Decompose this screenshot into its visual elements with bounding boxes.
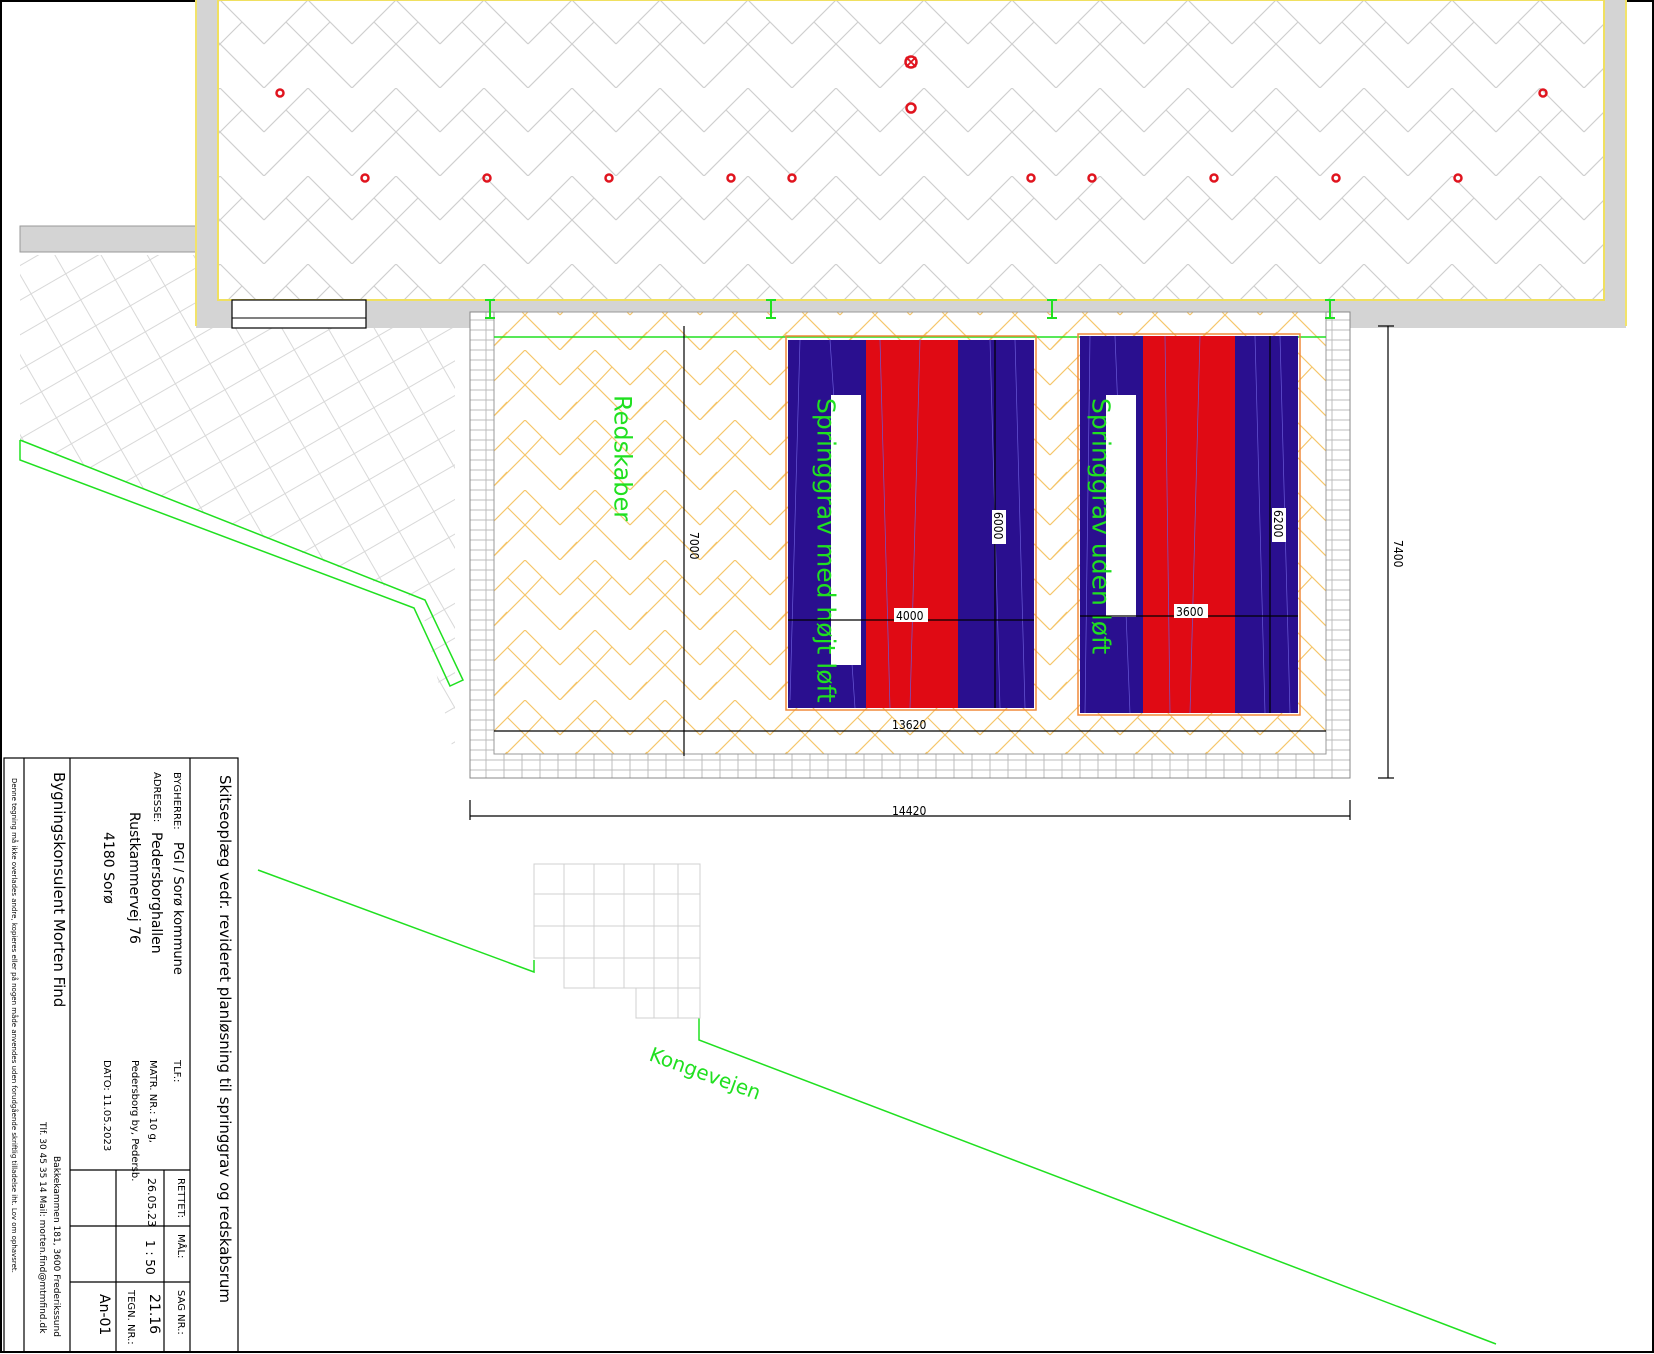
rettet-value: 26.05.23	[145, 1178, 158, 1227]
adresse-line3: 4180 Sorø	[100, 832, 116, 904]
dim-pit-low-length: 6200	[1271, 510, 1285, 538]
tlf-label: TLF.:	[171, 1059, 182, 1082]
pit-low-red	[1143, 336, 1235, 713]
adresse-line1: Pedersborghallen	[148, 832, 164, 954]
tool-room-label: Redskaber	[608, 395, 636, 521]
dim-pit-high-width: 4000	[896, 609, 924, 623]
maal-label: MÅL:	[175, 1234, 188, 1258]
sag-value: 21.16	[146, 1294, 162, 1334]
bygherre-value: PGI / Sorø kommune	[170, 842, 185, 975]
disclaimer: Denne tegning må ikke overlades andre, k…	[10, 778, 19, 1273]
adresse-line2: Rustkammervej 76	[126, 812, 142, 944]
drawing-title: Skitseoplæg vedr. revideret planløsning …	[216, 775, 234, 1303]
title-block-text: Skitseoplæg vedr. revideret planløsning …	[10, 772, 234, 1345]
matr-label: MATR. NR.: 10 g,	[147, 1060, 158, 1143]
steps-grid	[533, 863, 701, 1019]
rettet-label: RETTET:	[175, 1178, 186, 1218]
dato: DATO: 11.05.2023	[101, 1060, 112, 1151]
floor-plan-drawing: Springgrav med højt løft Springgrav uden…	[0, 0, 1654, 1353]
sag-label: SAG NR.:	[175, 1290, 186, 1335]
dim-inner-depth: 7000	[687, 532, 701, 560]
pit-high-red	[866, 340, 958, 708]
company-name: Bygningskonsulent Morten Find	[50, 772, 68, 1007]
paving-area	[20, 255, 455, 760]
tegn-value: An-01	[96, 1294, 112, 1335]
dim-inner-width: 13620	[892, 718, 926, 732]
matr-value: Pedersborg by, Pedersb.	[129, 1060, 140, 1181]
pit-high-label: Springgrav med højt løft	[812, 398, 841, 703]
adresse-label: ADRESSE:	[151, 772, 162, 822]
company-address: Bakkekammen 181, 3600 Frederikssund	[51, 1156, 61, 1337]
hall-floor-pattern	[217, 0, 1605, 301]
dim-pit-high-length: 6000	[991, 512, 1005, 540]
bygherre-label: BYGHERRE:	[171, 772, 182, 830]
tegn-label: TEGN. NR.:	[125, 1289, 136, 1345]
maal-value: 1 : 50	[143, 1240, 157, 1275]
left-wall-stub	[19, 225, 199, 253]
dim-outer-depth: 7400	[1391, 540, 1405, 568]
door-opening	[231, 299, 367, 329]
company-contact: Tlf. 30 45 35 14 Mail: morten.find@mtmfi…	[37, 1121, 47, 1334]
dim-pit-low-width: 3600	[1176, 605, 1204, 619]
dim-outer-width: 14420	[892, 804, 926, 818]
road-label: Kongevejen	[646, 1042, 764, 1104]
pit-no-lift: Springgrav uden løft	[1077, 333, 1301, 716]
